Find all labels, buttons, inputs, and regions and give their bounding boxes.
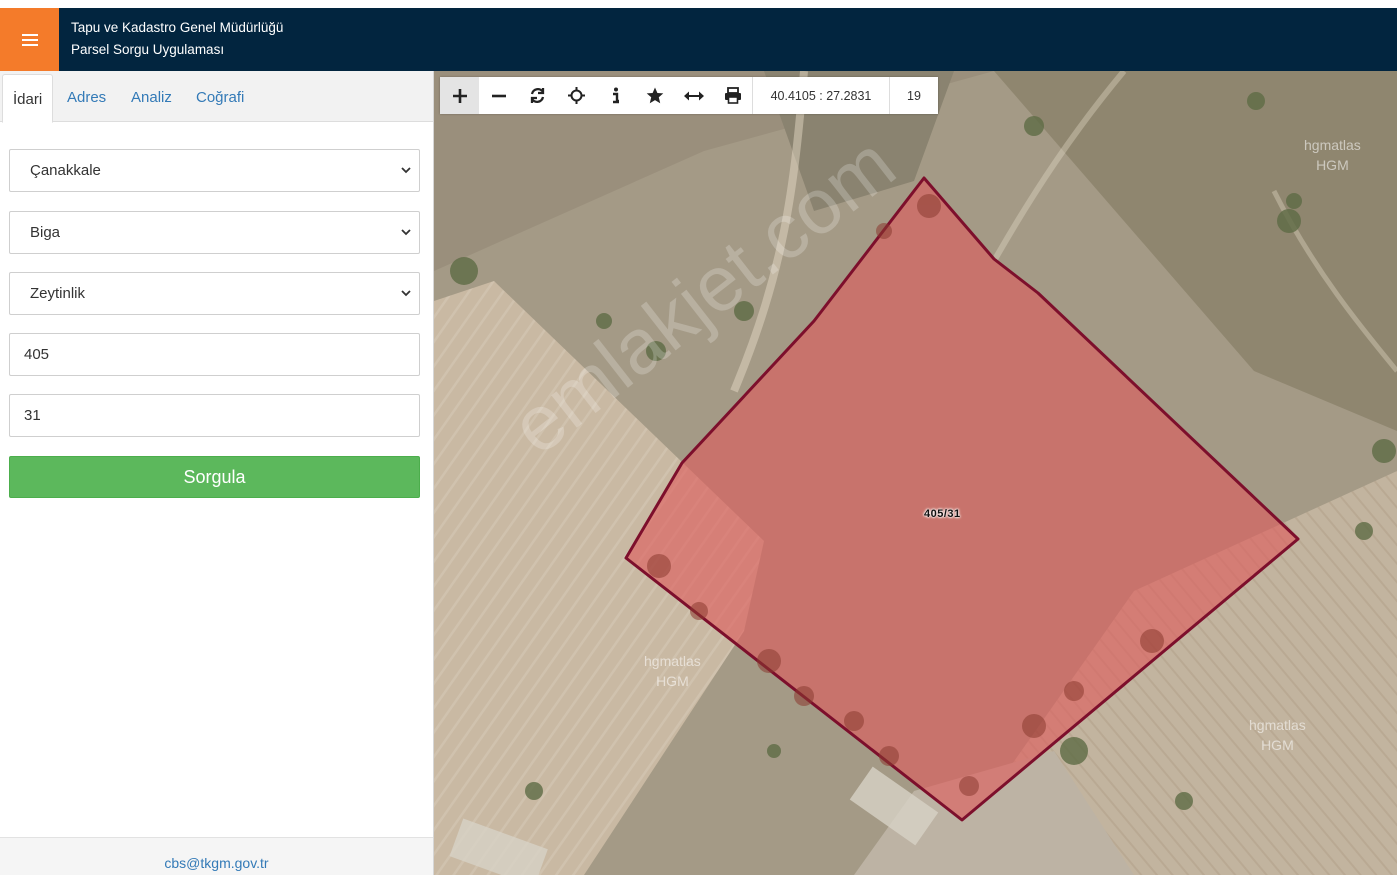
measure-button[interactable] [674,77,713,114]
zoom-out-icon [491,94,506,97]
map-toolbar: 40.4105 : 27.2831 19 [440,77,938,114]
query-button[interactable]: Sorgula [9,456,420,498]
sidebar: İdari Adres Analiz Coğrafi Çanakkale Big… [0,71,434,875]
tab-analiz[interactable]: Analiz [131,89,172,106]
chevron-down-icon [401,167,411,174]
locate-icon [568,87,585,104]
refresh-button[interactable] [518,77,557,114]
app-header: Tapu ve Kadastro Genel Müdürlüğü Parsel … [0,8,1397,71]
app-title-line1: Tapu ve Kadastro Genel Müdürlüğü [71,20,284,35]
map-view[interactable]: emlakjet.com hgmatlas HGM hgmatlas HGM h… [434,71,1397,875]
zoom-level: 19 [889,77,938,114]
zoom-out-button[interactable] [479,77,518,114]
hgm-watermark-line2: HGM [1261,737,1294,753]
tab-cografi[interactable]: Coğrafi [196,89,244,106]
hgm-watermark-line1: hgmatlas [1304,137,1361,153]
hgm-watermark-line1: hgmatlas [644,653,701,669]
favorite-button[interactable] [635,77,674,114]
star-icon [646,87,663,104]
tab-bar: İdari Adres Analiz Coğrafi [0,71,433,123]
hgm-watermark-line2: HGM [1316,157,1349,173]
sidebar-footer: cbs@tkgm.gov.tr [0,837,433,875]
app-title-line2: Parsel Sorgu Uygulaması [71,42,225,57]
refresh-icon [530,88,545,103]
neighborhood-value: Zeytinlik [30,285,86,302]
tab-adres[interactable]: Adres [67,89,106,106]
zoom-in-button[interactable] [440,77,479,114]
chevron-down-icon [401,229,411,236]
block-value: 405 [24,346,50,363]
hamburger-icon [21,33,38,46]
hgm-watermark: hgmatlas HGM [644,651,701,691]
menu-button[interactable] [0,8,59,71]
info-button[interactable] [596,77,635,114]
info-icon [612,87,619,104]
locate-button[interactable] [557,77,596,114]
parcel-input[interactable]: 31 [9,394,420,437]
district-select[interactable]: Biga [9,211,420,254]
hgm-watermark-line2: HGM [656,673,689,689]
tab-idari[interactable]: İdari [2,74,54,123]
parcel-value: 31 [24,407,41,424]
hgm-watermark-line1: hgmatlas [1249,717,1306,733]
province-value: Çanakkale [30,162,101,179]
hgm-watermark: hgmatlas HGM [1304,135,1361,175]
top-strip [0,0,1397,8]
print-icon [724,87,741,104]
parcel-label: 405/31 [924,508,961,520]
neighborhood-select[interactable]: Zeytinlik [9,272,420,315]
print-button[interactable] [713,77,752,114]
chevron-down-icon [401,290,411,297]
horizontal-arrows-icon [683,91,704,100]
hgm-watermark: hgmatlas HGM [1249,715,1306,755]
district-value: Biga [30,224,61,241]
contact-email-link[interactable]: cbs@tkgm.gov.tr [0,855,433,871]
block-input[interactable]: 405 [9,333,420,376]
app-title: Tapu ve Kadastro Genel Müdürlüğü Parsel … [71,17,283,61]
coordinate-readout: 40.4105 : 27.2831 [752,77,889,114]
zoom-in-icon [452,88,467,103]
province-select[interactable]: Çanakkale [9,149,420,192]
